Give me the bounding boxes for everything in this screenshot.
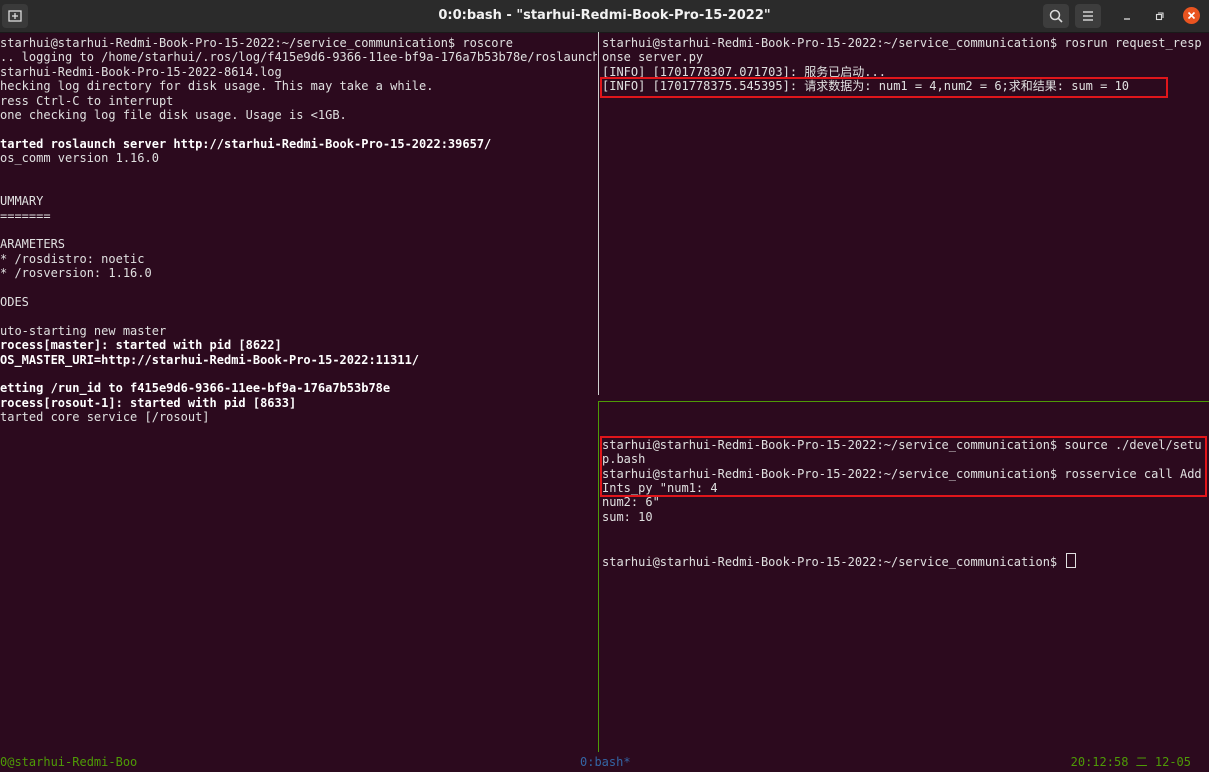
- terminal-line: starhui@starhui-Redmi-Book-Pro-15-2022:~…: [0, 36, 513, 50]
- terminal-pane-server[interactable]: starhui@starhui-Redmi-Book-Pro-15-2022:~…: [602, 36, 1209, 394]
- title-bar: 0:0:bash - "starhui-Redmi-Book-Pro-15-20…: [0, 0, 1209, 33]
- minimize-button[interactable]: [1118, 7, 1136, 25]
- terminal-line: ress Ctrl-C to interrupt: [0, 93, 174, 108]
- maximize-icon: [1155, 12, 1164, 21]
- terminal-line: starhui@starhui-Redmi-Book-Pro-15-2022:~…: [602, 466, 1202, 481]
- terminal-line: rocess[master]: started with pid [8622]: [0, 338, 282, 353]
- search-icon: [1049, 9, 1063, 23]
- terminal-line: starhui-Redmi-Book-Pro-15-2022-8614.log: [0, 64, 282, 79]
- pane-divider-vertical-top[interactable]: [598, 32, 599, 395]
- terminal-line: one checking log file disk usage. Usage …: [0, 107, 347, 122]
- maximize-button[interactable]: [1150, 7, 1168, 25]
- terminal-line: uto-starting new master: [0, 323, 167, 338]
- terminal-line: starhui@starhui-Redmi-Book-Pro-15-2022:~…: [602, 36, 1202, 50]
- terminal-line: .. logging to /home/starhui/.ros/log/f41…: [0, 50, 597, 65]
- terminal-pane-roscore[interactable]: starhui@starhui-Redmi-Book-Pro-15-2022:~…: [0, 36, 597, 751]
- pane-divider-horizontal[interactable]: [599, 401, 1209, 402]
- menu-button[interactable]: [1075, 4, 1101, 28]
- status-clock: 20:12:58 二 12-05: [1070, 755, 1191, 769]
- terminal-line: rocess[rosout-1]: started with pid [8633…: [0, 395, 297, 410]
- prompt-text: starhui@starhui-Redmi-Book-Pro-15-2022:~…: [602, 554, 1065, 569]
- terminal-line: num2: 6": [602, 495, 660, 510]
- close-icon: [1187, 11, 1196, 20]
- terminal-prompt-line: starhui@starhui-Redmi-Book-Pro-15-2022:~…: [602, 552, 1209, 569]
- terminal-line: * /rosversion: 1.16.0: [0, 266, 152, 281]
- terminal-line: etting /run_id to f415e9d6-9366-11ee-bf9…: [0, 381, 391, 396]
- text-cursor: [1066, 552, 1077, 568]
- terminal-line: [INFO] [1701778307.071703]: 服务已启动...: [602, 64, 886, 79]
- minimize-icon: [1124, 18, 1130, 20]
- close-button[interactable]: [1183, 7, 1200, 24]
- terminal-line: os_comm version 1.16.0: [0, 151, 159, 166]
- window-title: 0:0:bash - "starhui-Redmi-Book-Pro-15-20…: [438, 8, 771, 23]
- terminal-line: tarted roslaunch server http://starhui-R…: [0, 136, 492, 151]
- terminal-line: tarted core service [/rosout]: [0, 410, 210, 425]
- terminal-line: sum: 10: [602, 509, 653, 524]
- terminal-line: starhui@starhui-Redmi-Book-Pro-15-2022:~…: [602, 437, 1202, 452]
- terminal-line: UMMARY: [0, 194, 44, 209]
- search-button[interactable]: [1043, 4, 1069, 28]
- terminal-line: hecking log directory for disk usage. Th…: [0, 79, 434, 94]
- status-window-tab[interactable]: 0:bash*: [580, 752, 631, 772]
- hamburger-menu-icon: [1083, 11, 1093, 21]
- tmux-status-bar: 0@starhui-Redmi-Boo 0:bash* 20:12:58 二 1…: [0, 752, 1209, 772]
- terminal-line: ODES: [0, 295, 29, 310]
- pane-divider-vertical-bottom[interactable]: [598, 401, 599, 752]
- terminal-line: ARAMETERS: [0, 237, 66, 252]
- terminal-line: =======: [0, 208, 51, 223]
- terminal-pane-client[interactable]: starhui@starhui-Redmi-Book-Pro-15-2022:~…: [602, 409, 1209, 751]
- terminal-line: onse server.py: [602, 50, 704, 65]
- status-session: 0@starhui-Redmi-Boo: [0, 755, 138, 769]
- terminal-line: * /rosdistro: noetic: [0, 251, 145, 266]
- terminal-line: [INFO] [1701778375.545395]: 请求数据为: num1 …: [602, 79, 1130, 94]
- terminal-line: p.bash: [602, 452, 646, 467]
- terminal-line: Ints_py "num1: 4: [602, 480, 718, 495]
- terminal-line: OS_MASTER_URI=http://starhui-Redmi-Book-…: [0, 352, 420, 367]
